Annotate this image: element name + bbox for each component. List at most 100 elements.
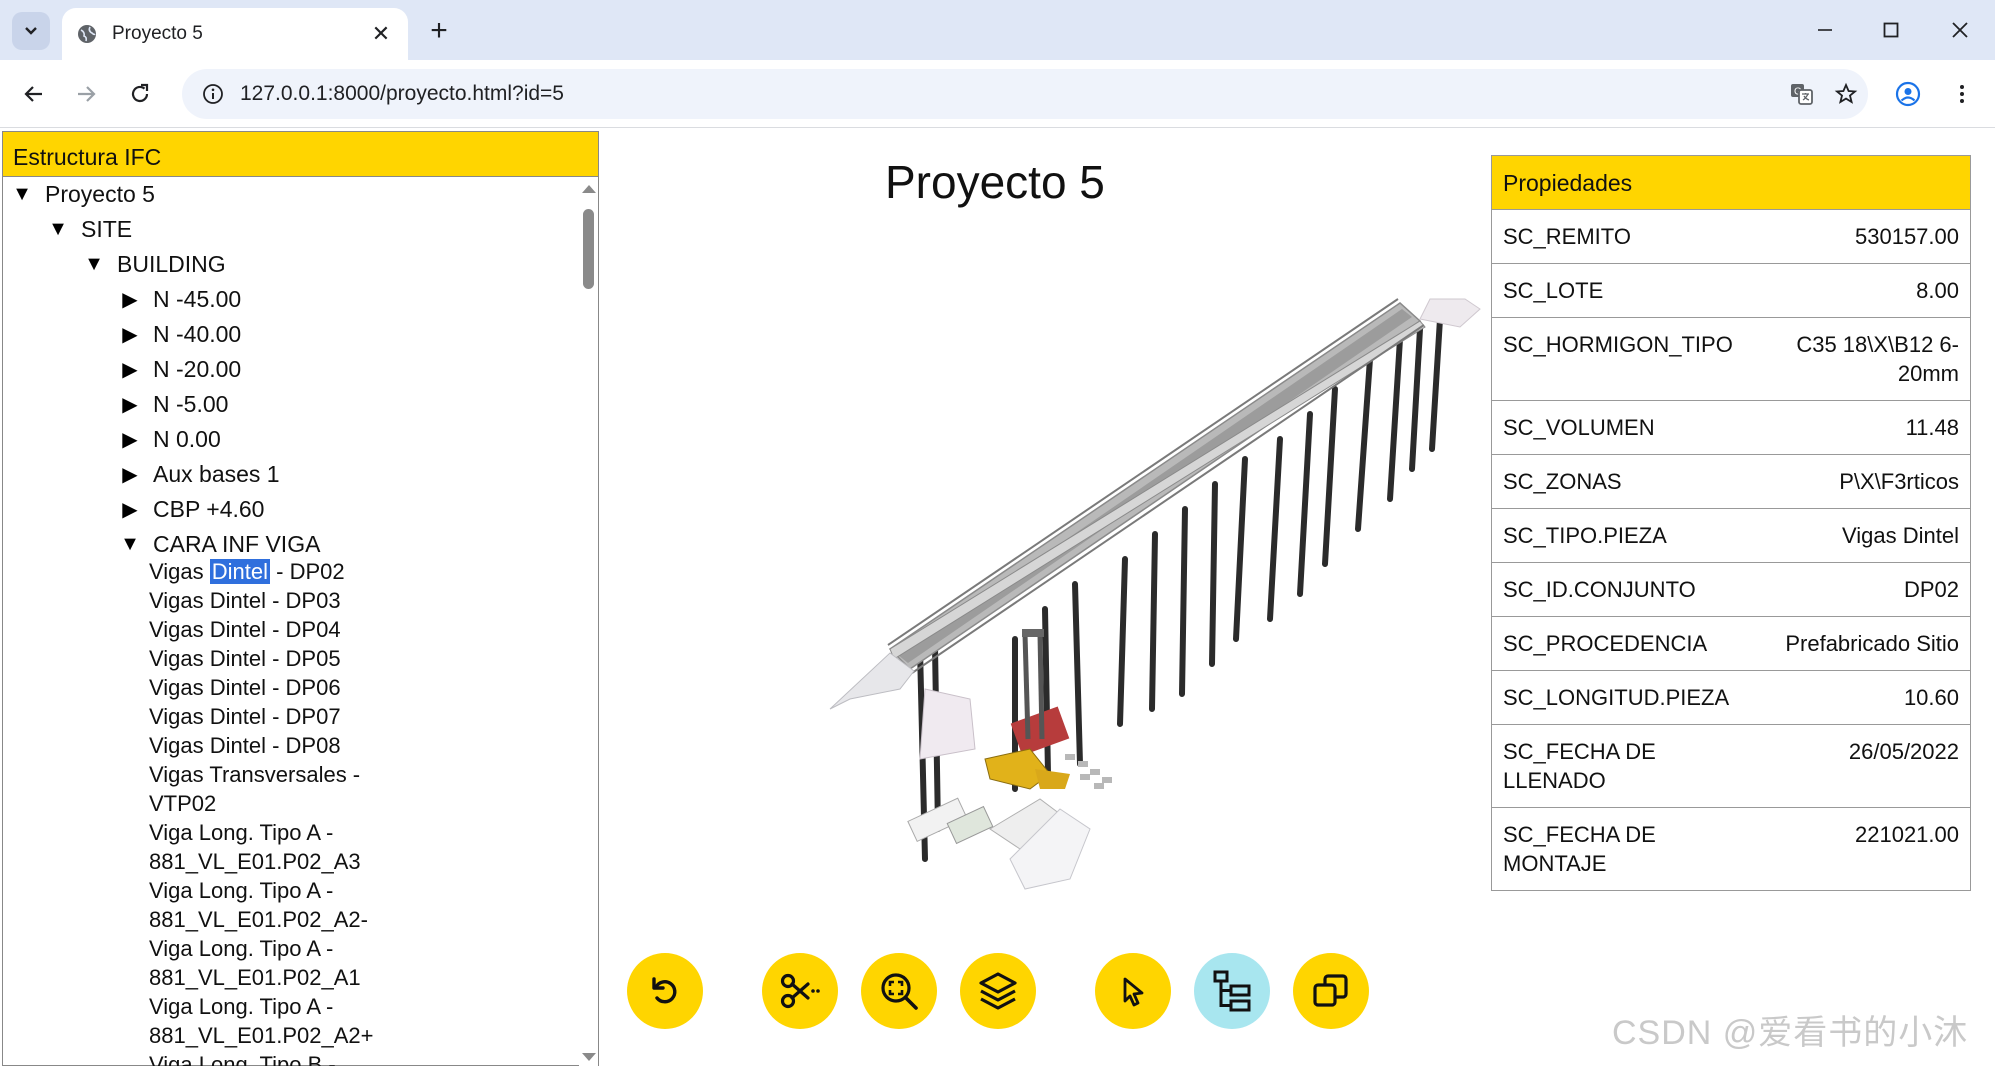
copy-icon [1313,974,1348,1007]
tree-node-label: Proyecto 5 [45,180,155,207]
leaf-prefix: Vigas [149,559,204,584]
property-row: SC_REMITO 530157.00 [1492,210,1970,264]
tree-leaf[interactable]: Vigas Dintel - DP05 [149,644,341,673]
tree-node[interactable]: ▶ CBP +4.60 [117,493,264,525]
tree-button[interactable] [1194,953,1270,1029]
project-title: Proyecto 5 [885,156,1105,208]
property-key: SC_LOTE [1503,278,1604,303]
section-cut-button[interactable] [762,953,838,1029]
properties-header: Propiedades [1492,156,1970,210]
collapsed-triangle-icon[interactable]: ▶ [117,357,143,382]
ifc-tree[interactable]: Vigas Dintel - DP02 ▼ Proyecto 5 ▼ SITE ▼ BUI… [3,177,581,1066]
property-key: SC_ID.CONJUNTO [1503,577,1696,602]
address-bar[interactable]: 127.0.0.1:8000/proyecto.html?id=5 G [182,69,1868,119]
zoom-fit-button[interactable] [861,953,937,1029]
tab-search-button[interactable] [12,12,50,50]
collapsed-triangle-icon[interactable]: ▶ [117,287,143,312]
scroll-down-arrow[interactable] [582,1053,596,1061]
tree-scrollbar[interactable] [579,177,598,1066]
scroll-up-arrow[interactable] [582,185,596,193]
tree-node[interactable]: ▶ N 0.00 [117,423,220,455]
property-row: SC_PROCEDENCIA Prefabricado Sitio [1492,617,1970,671]
property-row: SC_HORMIGON_TIPO C35 18\X\B12 6-20mm [1492,318,1970,401]
layers-button[interactable] [960,953,1036,1029]
property-value: 10.60 [1903,685,1959,710]
tree-node[interactable]: ▶ N -45.00 [117,283,241,315]
collapsed-triangle-icon[interactable]: ▶ [117,462,143,487]
maximize-button[interactable] [1866,8,1916,52]
tree-node-label: Aux bases 1 [153,460,280,487]
ifc-structure-panel: Estructura IFC Vigas Dintel - DP02 ▼ Proy… [2,131,599,1066]
collapsed-triangle-icon[interactable]: ▶ [117,497,143,522]
profile-icon [1895,81,1921,107]
tree-node-label: N -5.00 [153,390,229,417]
tree-leaf[interactable]: Vigas Dintel - DP04 [149,615,341,644]
profile-button[interactable] [1888,74,1928,114]
tree-leaf[interactable]: Vigas Dintel - DP03 [149,586,341,615]
selected-tree-leaf[interactable]: Vigas Dintel - DP02 [149,557,345,586]
tree-leaf[interactable]: 881_VL_E01.P02_A3 [149,847,361,876]
scroll-thumb[interactable] [583,209,594,289]
property-value: P\X\F3rticos [1839,469,1959,494]
tree-leaf[interactable]: Viga Long. Tipo B - [149,1050,336,1066]
chevron-down-icon [25,27,37,35]
tree-leaf[interactable]: Viga Long. Tipo A - [149,876,333,905]
expanded-triangle-icon[interactable]: ▼ [81,253,107,276]
property-row: SC_LOTE 8.00 [1492,264,1970,318]
tree-leaf[interactable]: 881_VL_E01.P02_A2- [149,905,368,934]
tree-node[interactable]: ▼ Proyecto 5 [9,178,155,210]
minimize-button[interactable] [1800,8,1850,52]
tree-node[interactable]: ▼ CARA INF VIGA [117,528,320,560]
reset-view-button[interactable] [627,953,703,1029]
tree-node[interactable]: ▶ N -20.00 [117,353,241,385]
property-key: SC_VOLUMEN [1503,415,1655,440]
expanded-triangle-icon[interactable]: ▼ [117,533,143,556]
property-key: SC_ZONAS [1503,469,1622,494]
site-info-icon[interactable] [200,81,226,107]
browser-window: Proyecto 5 ✕ + 127.0.0.1:8000/proyecto.h… [0,0,1995,1066]
viewer-toolbar [0,953,1400,1033]
expanded-triangle-icon[interactable]: ▼ [9,183,35,206]
select-button[interactable] [1095,953,1171,1029]
tree-leaf[interactable]: Vigas Dintel - DP06 [149,673,341,702]
translate-icon[interactable]: G [1780,72,1824,116]
tree-node[interactable]: ▶ N -40.00 [117,318,241,350]
property-value: 11.48 [1905,415,1959,440]
forward-button[interactable] [66,74,106,114]
properties-list: SC_REMITO 530157.00 SC_LOTE 8.00 SC_HORMIGON… [1492,210,1970,890]
ifc-3d-viewer[interactable] [790,269,1490,909]
property-row: SC_ID.CONJUNTO DP02 [1492,563,1970,617]
tree-leaf[interactable]: Viga Long. Tipo A - [149,818,333,847]
tree-leaf[interactable]: VTP02 [149,789,216,818]
tree-node-label: BUILDING [117,250,226,277]
reload-button[interactable] [120,74,160,114]
close-window-button[interactable] [1935,8,1985,52]
collapsed-triangle-icon[interactable]: ▶ [117,427,143,452]
property-row: SC_FECHA DE MONTAJE 221021.00 [1492,808,1970,890]
tab-title: Proyecto 5 [112,23,203,44]
tree-leaf[interactable]: Vigas Dintel - DP08 [149,731,341,760]
property-key: SC_REMITO [1503,224,1631,249]
property-value: Vigas Dintel [1842,523,1959,548]
collapsed-triangle-icon[interactable]: ▶ [117,322,143,347]
property-key: SC_FECHA DE MONTAJE [1503,822,1656,876]
close-icon [1952,22,1968,38]
property-key: SC_FECHA DE LLENADO [1503,739,1656,793]
tree-node[interactable]: ▶ Aux bases 1 [117,458,280,490]
browser-tab[interactable]: Proyecto 5 ✕ [62,8,408,60]
clone-button[interactable] [1293,953,1369,1029]
expanded-triangle-icon[interactable]: ▼ [45,218,71,241]
tree-leaf[interactable]: Vigas Dintel - DP07 [149,702,341,731]
bookmark-star-icon[interactable] [1824,72,1868,116]
tree-node[interactable]: ▶ N -5.00 [117,388,228,420]
new-tab-button[interactable]: + [422,14,456,48]
collapsed-triangle-icon[interactable]: ▶ [117,392,143,417]
tree-leaf[interactable]: Vigas Transversales - [149,760,360,789]
arrow-left-icon [24,86,42,102]
back-button[interactable] [14,74,54,114]
close-tab-icon[interactable]: ✕ [368,21,394,47]
tree-node[interactable]: ▼ BUILDING [81,248,226,280]
url-text[interactable]: 127.0.0.1:8000/proyecto.html?id=5 [240,82,1780,106]
menu-button[interactable] [1942,74,1982,114]
tree-node[interactable]: ▼ SITE [45,213,132,245]
